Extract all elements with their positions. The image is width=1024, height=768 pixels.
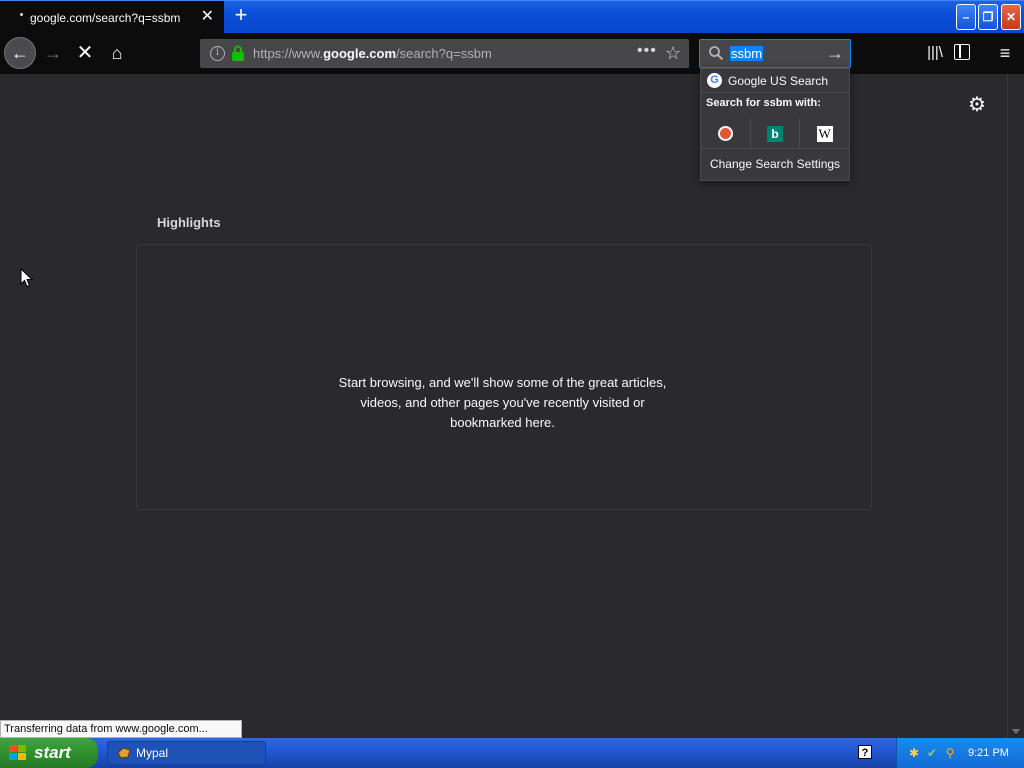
new-tab-button[interactable]: + [230, 4, 252, 27]
nav-toolbar: ← → ✕ ⌂ i https://www.google.com/search?… [0, 33, 1024, 74]
engine-button-wikipedia[interactable]: W [800, 119, 849, 148]
taskbar-item-mypal[interactable]: Mypal [107, 741, 266, 765]
default-engine-label: Google US Search [728, 74, 829, 88]
sidebar-toggle-icon[interactable] [954, 44, 970, 60]
gear-icon[interactable]: ⚙ [967, 95, 987, 115]
lock-icon[interactable] [231, 45, 245, 61]
duckduckgo-icon [717, 126, 733, 141]
highlights-empty-message: Start browsing, and we'll show some of t… [338, 375, 667, 430]
network-icon[interactable]: ✔ [925, 746, 939, 760]
search-go-icon[interactable]: → [826, 43, 844, 64]
page-actions-icon[interactable]: ••• [637, 42, 657, 60]
taskbar: start Mypal ? ✱ ✔ ⚲ 9:21 PM [0, 738, 1024, 768]
title-bar: google.com/search?q=ssbm ✕ + – ❐ ✕ [0, 0, 1024, 34]
google-icon: G [707, 73, 722, 88]
mypal-app-icon [117, 747, 131, 759]
change-search-settings-button[interactable]: Change Search Settings [701, 157, 849, 171]
engine-button-bing[interactable]: b [751, 119, 801, 148]
hamburger-menu-button[interactable]: ≡ [992, 38, 1018, 68]
search-with-label: Search for ssbm with: [706, 97, 821, 109]
library-button[interactable]: |||\ [922, 38, 948, 68]
mouse-cursor-icon [20, 268, 34, 288]
bookmark-star-icon[interactable]: ☆ [665, 43, 681, 64]
tray-app-icon[interactable]: ✱ [907, 746, 921, 760]
search-icon [709, 46, 724, 61]
taskbar-item-label: Mypal [136, 746, 169, 760]
minimize-button[interactable]: – [956, 4, 976, 30]
tab-title: google.com/search?q=ssbm [30, 10, 181, 25]
start-label: start [34, 743, 71, 762]
search-bar[interactable]: ssbm → [699, 39, 851, 68]
search-input[interactable]: ssbm [730, 46, 764, 61]
maximize-button[interactable]: ❐ [978, 4, 998, 30]
url-text[interactable]: https://www.google.com/search?q=ssbm [253, 46, 492, 61]
engine-button-duckduckgo[interactable] [701, 119, 751, 148]
forward-button[interactable]: → [38, 38, 68, 68]
search-suggestions-popup: G Google US Search Search for ssbm with:… [700, 68, 850, 181]
back-button[interactable]: ← [4, 37, 36, 69]
tab-close-icon[interactable]: ✕ [201, 9, 214, 25]
help-icon[interactable]: ? [858, 745, 872, 759]
highlights-heading: Highlights [157, 215, 221, 230]
wikipedia-icon: W [816, 125, 833, 142]
loading-dot-icon [20, 13, 23, 16]
stop-button[interactable]: ✕ [70, 38, 100, 68]
status-panel: Transferring data from www.google.com... [0, 720, 242, 738]
start-button[interactable]: start [0, 738, 98, 768]
default-engine-row[interactable]: G Google US Search [701, 69, 849, 93]
info-icon[interactable]: i [210, 46, 225, 61]
one-off-engines: b W [701, 119, 849, 149]
window-close-button[interactable]: ✕ [1001, 4, 1021, 30]
tab-active[interactable]: google.com/search?q=ssbm ✕ [0, 1, 224, 34]
home-button[interactable]: ⌂ [102, 38, 132, 68]
bing-icon: b [767, 125, 783, 142]
scroll-down-arrow-icon[interactable] [1012, 729, 1020, 734]
url-bar[interactable]: i https://www.google.com/search?q=ssbm •… [200, 39, 689, 68]
tray-search-icon[interactable]: ⚲ [943, 746, 957, 760]
clock: 9:21 PM [968, 747, 1009, 759]
windows-flag-icon [9, 745, 26, 760]
scrollbar[interactable] [1007, 74, 1024, 738]
